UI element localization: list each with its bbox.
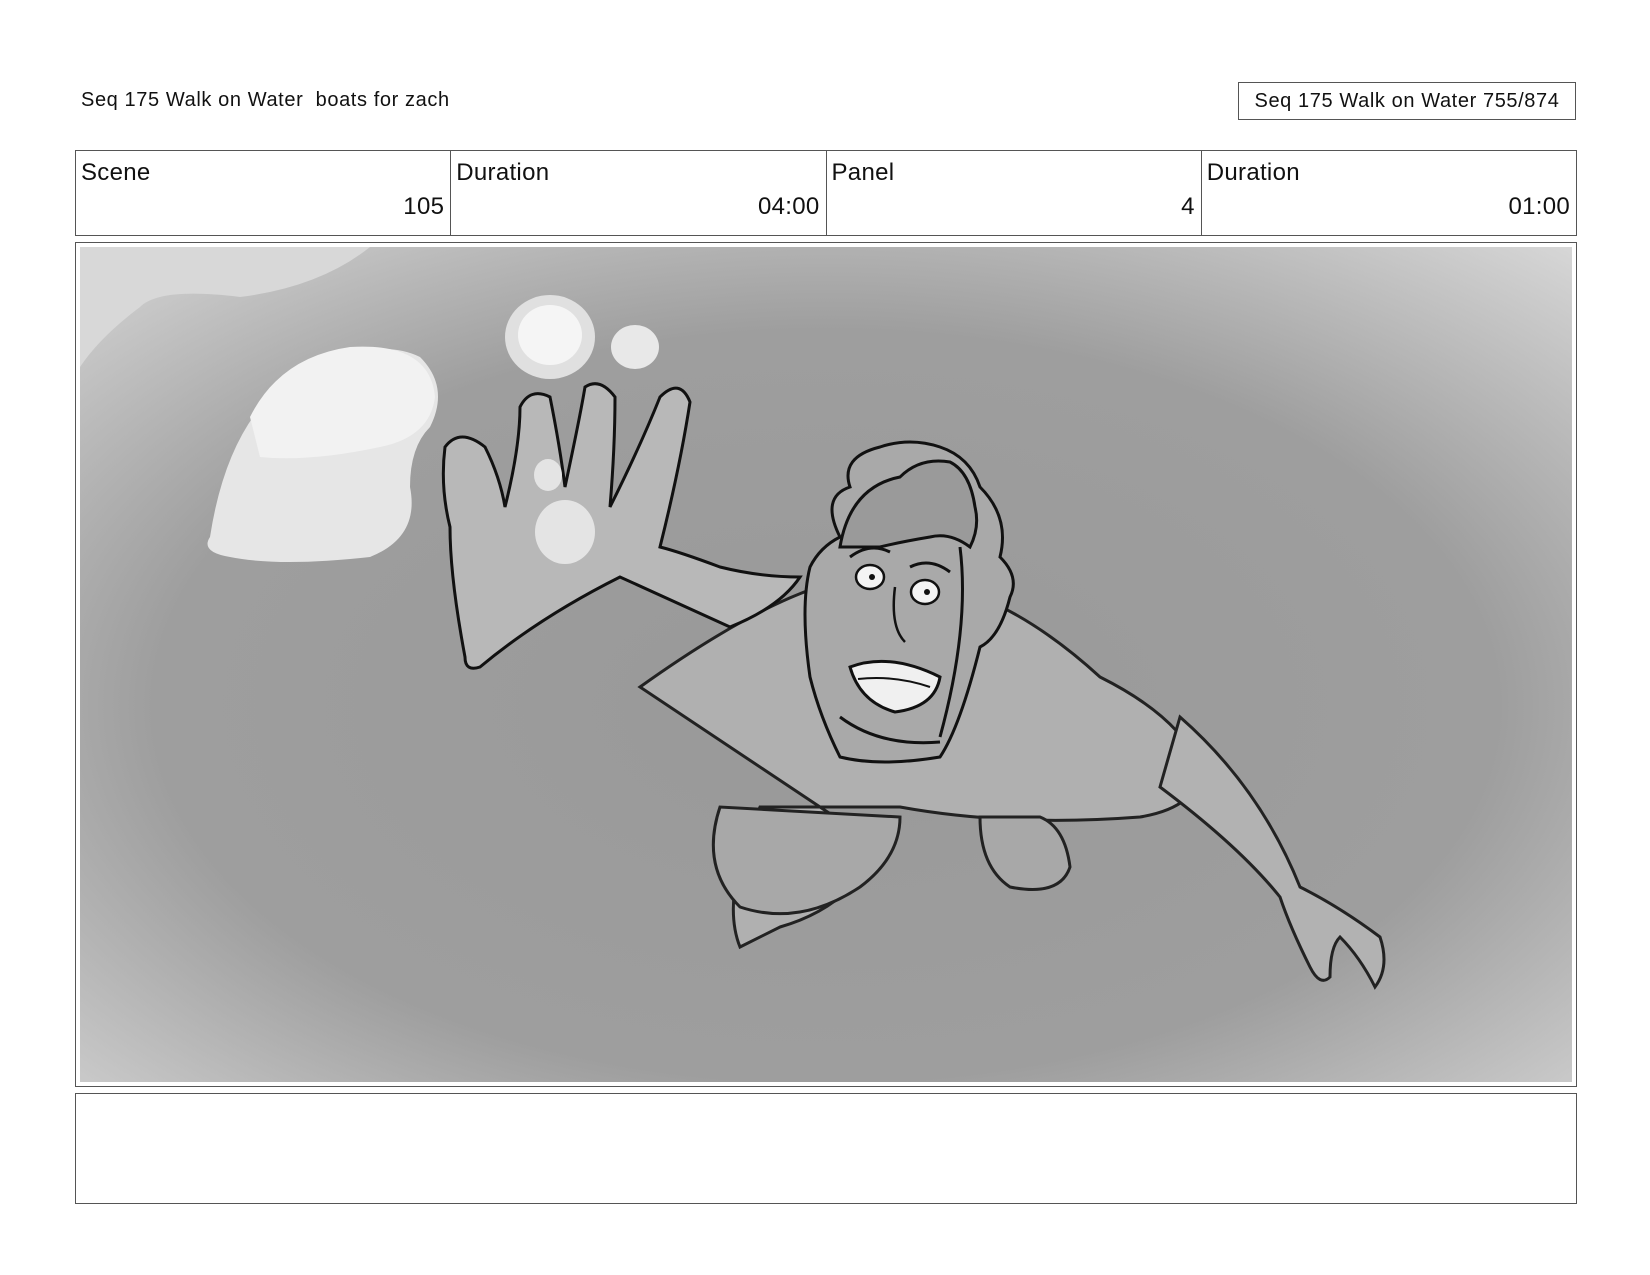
scene-duration-label: Duration bbox=[456, 159, 550, 186]
storyboard-title: Seq 175 Walk on Water boats for zach bbox=[81, 89, 450, 111]
scene-duration-value: 04:00 bbox=[757, 193, 820, 220]
panel-duration-label: Duration bbox=[1206, 159, 1300, 186]
panel-duration-value: 01:00 bbox=[1508, 193, 1570, 220]
scene-duration-cell: Duration 04:00 bbox=[451, 151, 827, 235]
storyboard-panel bbox=[75, 242, 1577, 1087]
scene-value: 105 bbox=[403, 193, 445, 220]
scene-label: Scene bbox=[81, 159, 151, 186]
panel-notes-box bbox=[75, 1093, 1577, 1204]
panel-duration-cell: Duration 01:00 bbox=[1202, 151, 1576, 235]
scene-cell: Scene 105 bbox=[76, 151, 452, 235]
panel-label: Panel bbox=[831, 159, 895, 186]
panel-cell: Panel 4 bbox=[827, 151, 1202, 235]
storyboard-sketch-falling-man-icon bbox=[80, 247, 1572, 1082]
page-counter: Seq 175 Walk on Water 755/874 bbox=[1238, 82, 1576, 120]
panel-info-table: Scene 105 Duration 04:00 Panel 4 Duratio… bbox=[75, 150, 1577, 236]
panel-value: 4 bbox=[1181, 193, 1195, 220]
